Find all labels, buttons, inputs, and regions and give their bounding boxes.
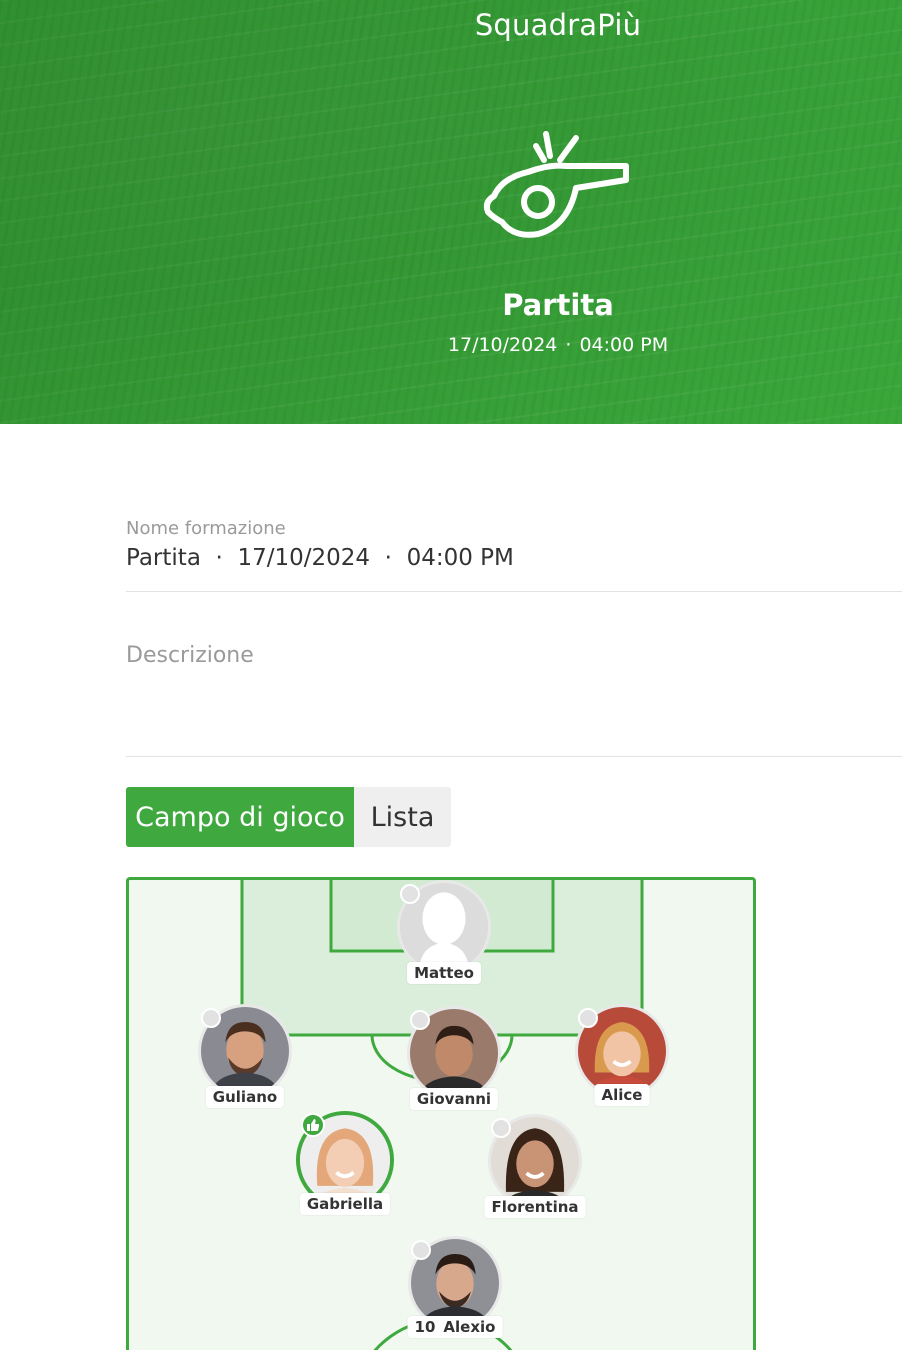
header-banner: SquadraPiù Partita 17/10/2024 · 04:00 PM bbox=[0, 0, 902, 424]
player-name: Matteo bbox=[407, 962, 481, 984]
thumbs-up-icon bbox=[301, 1113, 325, 1137]
whistle-icon bbox=[483, 131, 629, 238]
player-card[interactable]: Gabriella bbox=[295, 1111, 395, 1215]
status-dot bbox=[411, 1240, 431, 1260]
player-name: Giovanni bbox=[409, 1088, 499, 1110]
event-time: 04:00 PM bbox=[579, 334, 669, 356]
tab-lista[interactable]: Lista bbox=[354, 787, 451, 847]
event-date: 17/10/2024 bbox=[447, 334, 558, 356]
player-card[interactable]: Guliano bbox=[195, 1004, 295, 1108]
event-datetime: 17/10/2024 · 04:00 PM bbox=[447, 334, 669, 356]
divider bbox=[126, 591, 902, 592]
description-input[interactable]: Descrizione bbox=[126, 643, 254, 668]
event-title: Partita bbox=[502, 288, 614, 322]
player-card[interactable]: 10 Alexio bbox=[405, 1236, 505, 1338]
status-dot bbox=[578, 1008, 598, 1028]
player-card[interactable]: Matteo bbox=[394, 880, 494, 984]
player-name: Gabriella bbox=[299, 1193, 391, 1215]
status-dot bbox=[491, 1118, 511, 1138]
player-name-text: Alexio bbox=[443, 1318, 496, 1336]
player-name: Guliano bbox=[205, 1086, 285, 1108]
player-number: 10 bbox=[414, 1318, 436, 1336]
divider bbox=[126, 756, 902, 757]
view-tabs: Campo di gioco Lista bbox=[126, 787, 451, 847]
player-card[interactable]: Florentina bbox=[484, 1114, 586, 1218]
tab-campo-di-gioco[interactable]: Campo di gioco bbox=[126, 787, 354, 847]
status-dot bbox=[410, 1010, 430, 1030]
player-name: Florentina bbox=[484, 1196, 586, 1218]
player-card[interactable]: Giovanni bbox=[404, 1006, 504, 1110]
thumbs-up-glyph bbox=[307, 1119, 320, 1131]
formation-name-label: Nome formazione bbox=[126, 518, 286, 539]
player-name: 10 Alexio bbox=[407, 1316, 503, 1338]
player-card[interactable]: Alice bbox=[572, 1004, 672, 1106]
status-dot bbox=[400, 884, 420, 904]
player-name: Alice bbox=[594, 1084, 650, 1106]
app-title: SquadraPiù bbox=[474, 8, 642, 42]
status-dot bbox=[201, 1008, 221, 1028]
formation-name-input[interactable]: Partita · 17/10/2024 · 04:00 PM bbox=[126, 545, 514, 571]
football-pitch: Matteo Guliano Giovanni Alice Gabriella … bbox=[126, 877, 756, 1350]
